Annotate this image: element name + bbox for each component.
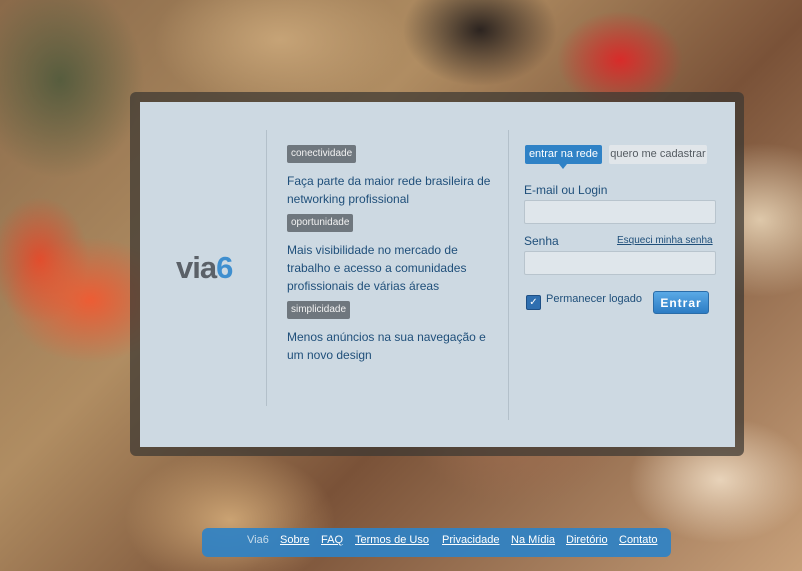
feature-tag-conectividade: conectividade: [287, 145, 357, 163]
email-label: E-mail ou Login: [524, 183, 608, 197]
tab-quero-me-cadastrar[interactable]: quero me cadastrar: [609, 145, 707, 164]
footer-link-diretorio[interactable]: Diretório: [566, 534, 608, 546]
feature-tag-simplicidade: simplicidade: [287, 301, 351, 319]
login-submit-button[interactable]: Entrar: [653, 291, 709, 314]
forgot-password-link[interactable]: Esqueci minha senha: [617, 235, 713, 246]
tab-entrar-na-rede[interactable]: entrar na rede: [525, 145, 602, 169]
feature-tag-oportunidade: oportunidade: [287, 214, 354, 232]
feature-description: Mais visibilidade no mercado de trabalho…: [287, 243, 467, 293]
divider-right: [508, 130, 509, 420]
remember-me-checkbox[interactable]: ✓: [526, 295, 541, 310]
via6-logo: via6: [176, 250, 233, 285]
footer-link-contato[interactable]: Contato: [619, 534, 658, 546]
password-field[interactable]: [524, 251, 716, 275]
email-field[interactable]: [524, 200, 716, 224]
footer-link-termos[interactable]: Termos de Uso: [355, 534, 429, 546]
divider-left: [266, 130, 267, 406]
feature-description: Menos anúncios na sua navegação e um nov…: [287, 330, 486, 362]
footer-link-faq[interactable]: FAQ: [321, 534, 343, 546]
footer-link-sobre[interactable]: Sobre: [280, 534, 309, 546]
password-label: Senha: [524, 234, 559, 248]
remember-me-label: Permanecer logado: [546, 293, 643, 305]
footer-link-na-midia[interactable]: Na Mídia: [511, 534, 555, 546]
feature-description: Faça parte da maior rede brasileira de n…: [287, 174, 491, 206]
footer-brand: Via6: [247, 534, 269, 546]
footer-link-privacidade[interactable]: Privacidade: [442, 534, 499, 546]
